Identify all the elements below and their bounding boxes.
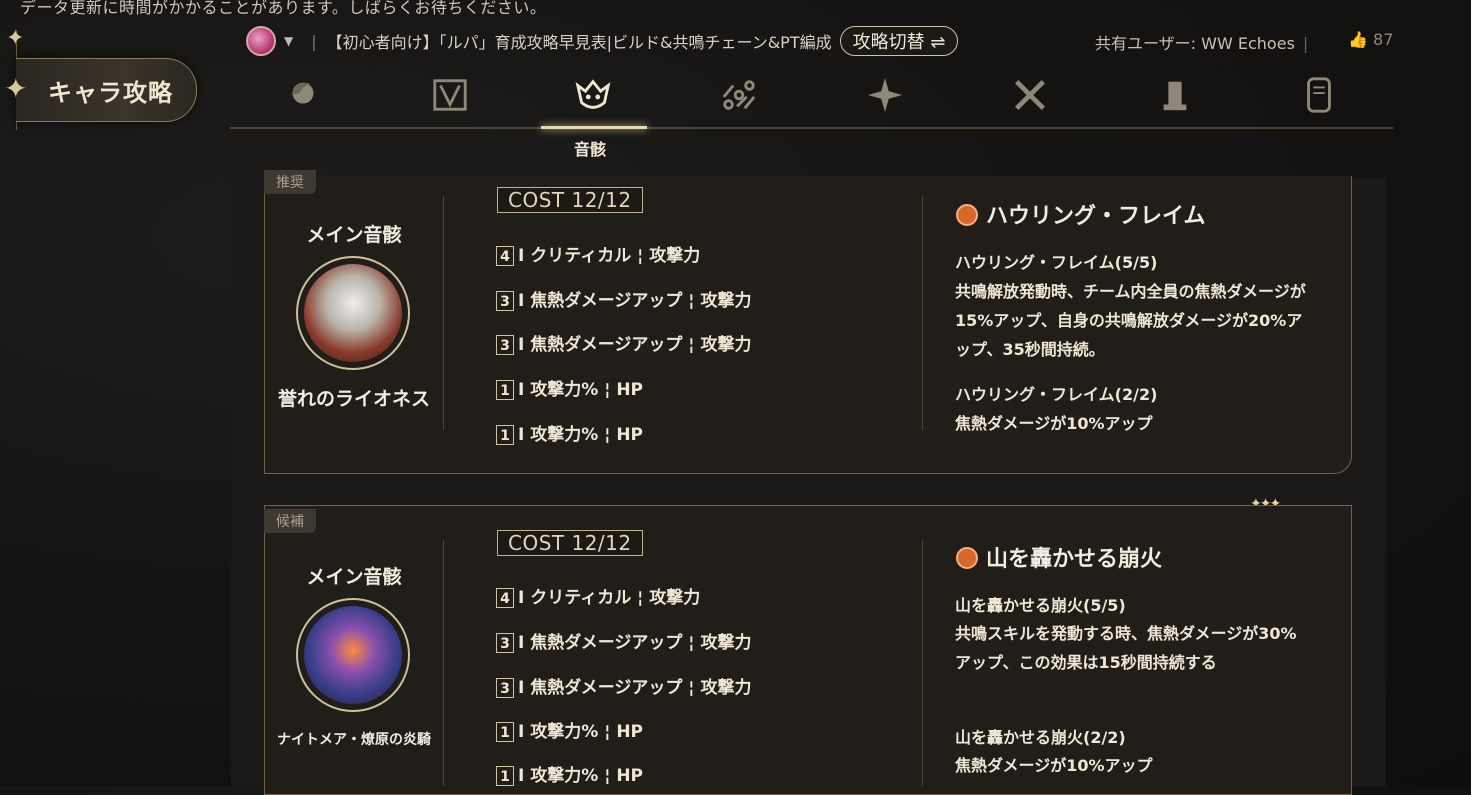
sonata-set-2-desc: 焦熱ダメージが10%アップ [955,756,1153,775]
cost-number: 1 [496,380,514,400]
status-badge: 推奨 [264,170,316,194]
category-nav [230,66,1393,128]
swords-icon[interactable] [1007,72,1053,118]
cost-number: 4 [496,246,514,266]
column-divider [922,196,923,430]
echo-name: 誉れのライオネス [277,388,430,410]
tab-echo-label: 音骸 [574,140,607,159]
sonata-set-name: 山を轟かせる崩火 [986,547,1163,572]
sonata-set-2-title: 山を轟かせる崩火(2/2) [955,728,1126,747]
shared-user: 共有ユーザー: WW Echoes | [1095,30,1316,54]
card-icon[interactable] [1296,72,1342,118]
stat-text: I 焦熱ダメージアップ ¦ 攻撃力 [518,633,752,653]
echo-name: ナイトメア・燎原の炎騎 [277,732,431,748]
like-count[interactable]: 👍 87 [1348,30,1393,49]
avatar[interactable] [246,26,276,56]
stat-text: I 焦熱ダメージアップ ¦ 攻撃力 [518,291,752,311]
stat-text: I 攻撃力% ¦ HP [518,425,644,445]
sonata-set-title: ハウリング・フレイム [956,198,1206,230]
echo-portrait[interactable] [296,598,410,712]
stat-text: I 焦熱ダメージアップ ¦ 攻撃力 [518,678,752,698]
stat-text: I 攻撃力% ¦ HP [518,766,644,786]
chevron-down-icon[interactable]: ▼ [284,34,293,48]
status-badge: 候補 [264,509,316,533]
stat-row: 3I 焦熱ダメージアップ ¦ 攻撃力 [496,286,751,311]
column-divider [443,540,444,786]
cost-number: 1 [496,425,514,445]
stat-row: 1I 攻撃力% ¦ HP [496,717,643,742]
stat-row: 1I 攻撃力% ¦ HP [496,420,643,445]
main-echo-label: メイン音骸 [306,566,402,588]
sonata-set-5-desc: 共鳴スキルを発動する時、焦熱ダメージが30%アップ、この効果は15秒間持続する [955,624,1297,672]
cost-number: 3 [496,335,514,355]
guide-title: 【初心者向け】「ルパ」育成攻略早見表|ビルド&共鳴チェーン&PT編成 [326,33,832,52]
stat-text: I クリティカル ¦ 攻撃力 [518,246,701,266]
sonata-set-name: ハウリング・フレイム [986,204,1206,229]
cost-badge: COST 12/12 [497,530,643,556]
sonata-set-2-title: ハウリング・フレイム(2/2) [955,385,1158,404]
thumbs-up-icon[interactable]: 👍 [1348,30,1368,49]
echo-image [304,264,402,362]
echo-portrait[interactable] [296,256,410,370]
stat-row: 3I 焦熱ダメージアップ ¦ 攻撃力 [496,330,751,355]
sonata-set-5-title: ハウリング・フレイム(5/5) [955,253,1158,272]
sonata-set-5-desc: 共鳴解放発動時、チーム内全員の焦熱ダメージが15%アップ、自身の共鳴解放ダメージ… [955,282,1306,359]
stat-text: I 攻撃力% ¦ HP [518,380,644,400]
echo-icon[interactable] [570,72,616,118]
cost-number: 4 [496,588,514,608]
cost-number: 1 [496,766,514,786]
divider: | [1302,34,1309,53]
stat-text: I 焦熱ダメージアップ ¦ 攻撃力 [518,335,752,355]
character-icon[interactable] [280,72,326,118]
main-echo-label: メイン音骸 [306,224,402,246]
cost-number: 3 [496,633,514,653]
cost-number: 1 [496,722,514,742]
stat-text: I 攻撃力% ¦ HP [518,722,644,742]
stat-row: 3I 焦熱ダメージアップ ¦ 攻撃力 [496,673,751,698]
flame-icon [956,204,978,226]
column-divider [922,540,923,786]
weapon-frame-icon[interactable] [427,72,473,118]
cost-number: 3 [496,678,514,698]
divider: | [311,31,317,51]
sparkle-icon: ✦ [4,72,28,105]
like-count-value: 87 [1373,30,1394,49]
stat-row: 4I クリティカル ¦ 攻撃力 [496,583,700,608]
switch-guide-button[interactable]: 攻略切替 ⇌ [839,26,959,56]
tower-icon[interactable] [1152,72,1198,118]
chain-icon[interactable] [716,72,762,118]
sparkle-icon: ✦ [6,26,25,51]
nav-divider [230,127,1393,129]
stat-row: 1I 攻撃力% ¦ HP [496,375,643,400]
flame-icon [956,547,978,569]
star-icon[interactable] [862,72,908,118]
sidebar-item-character-guide[interactable]: キャラ攻略 [16,58,197,122]
stat-row: 1I 攻撃力% ¦ HP [496,761,643,786]
sidebar-item-label: キャラ攻略 [48,79,173,107]
stat-row: 4I クリティカル ¦ 攻撃力 [496,241,700,266]
shared-user-label: 共有ユーザー: WW Echoes [1095,34,1295,53]
notice-text: データ更新に時間がかかることがあります。しばらくお待ちください。 [20,0,547,17]
stat-text: I クリティカル ¦ 攻撃力 [518,588,701,608]
sonata-set-2-desc: 焦熱ダメージが10%アップ [955,414,1153,433]
sonata-set-5-title: 山を轟かせる崩火(5/5) [955,596,1126,615]
cost-badge: COST 12/12 [497,187,643,213]
echo-image [304,606,402,704]
sonata-set-title: 山を轟かせる崩火 [956,541,1162,573]
stat-row: 3I 焦熱ダメージアップ ¦ 攻撃力 [496,628,751,653]
tab-active-indicator [541,126,647,129]
cost-number: 3 [496,291,514,311]
